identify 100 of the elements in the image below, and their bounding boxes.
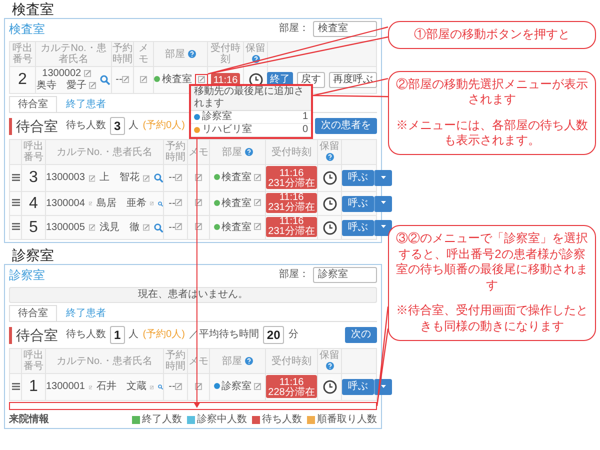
chart-number: 1300004 [46,198,85,210]
time-text: 11:16 [213,76,238,86]
menu-item[interactable]: リハビリ室 0 [190,124,311,136]
column-header: カルテNo.・患者氏名 [56,356,152,366]
caret-icon [381,384,386,388]
edit-icon[interactable] [122,76,130,83]
edit-icon[interactable] [254,382,262,390]
edit-icon[interactable] [175,382,182,390]
clock-icon[interactable] [322,171,336,185]
tab[interactable]: 待合室 [9,305,57,321]
tab[interactable]: 待合室 [9,96,57,112]
edit-icon[interactable] [195,223,202,230]
caret-icon [381,201,386,204]
edit-icon[interactable] [88,174,96,182]
column-header: メモ [188,146,208,158]
call-button[interactable]: 呼ぶ [342,170,374,186]
edit-icon[interactable] [175,199,182,206]
edit-icon[interactable] [198,76,205,83]
edit-icon[interactable] [140,76,147,83]
stay-duration: 231分滞在 [268,203,315,213]
search-icon[interactable] [158,198,163,208]
drag-handle-icon[interactable] [12,174,20,181]
edit-icon[interactable] [195,382,202,390]
call-number: 2 [18,71,27,88]
search-icon[interactable] [154,222,163,232]
search-icon[interactable] [158,382,163,392]
count-field: 3 [110,117,125,135]
tab[interactable]: 終了患者 [57,305,115,321]
reservation-time: -- [116,74,122,85]
dropdown-button[interactable] [374,220,392,236]
dropdown-button[interactable] [374,196,392,212]
edit-icon[interactable] [195,174,202,181]
help-icon [326,362,334,370]
edit-icon[interactable] [175,174,182,181]
reservation-time: -- [168,381,176,392]
room-text: 診察室 [222,381,252,392]
patient-name: 浅見 徹 [99,222,140,234]
edit-icon[interactable] [88,224,96,231]
stay-duration: 228分滞在 [268,388,315,398]
legend-label: 診察中人数 [197,414,247,426]
edit-icon[interactable] [89,82,96,89]
edit-icon[interactable] [143,174,150,182]
chart-number: 1300003 [46,172,85,184]
call-button[interactable]: 呼ぶ [342,196,374,212]
column-header: 保留 [320,141,340,152]
edit-icon[interactable] [254,223,262,230]
menu-header: 移動先の最後尾に追加されます [190,86,311,110]
field-label: 部屋： [279,269,309,281]
call-number: 1 [29,378,38,395]
room-select[interactable]: 診察室 [313,267,377,283]
column-header: 受付時刻 [272,146,312,158]
unit-text: 人 [128,329,139,341]
edit-icon[interactable] [84,70,91,77]
stay-duration: 231分滞在 [268,179,315,189]
edit-icon[interactable] [254,174,262,181]
help-icon [188,50,196,58]
room-select[interactable]: 検査室 [313,21,377,37]
help-icon [244,356,253,365]
unit-text: 分 [288,329,298,341]
help-icon [244,148,253,156]
clock-icon[interactable] [322,196,336,210]
tab[interactable]: 終了患者 [57,96,115,112]
column-header: メモ [188,356,208,366]
menu-item[interactable]: 診察室 1 [190,110,311,124]
field-label: 待ち人数 [66,120,106,132]
drag-handle-icon[interactable] [12,382,20,390]
help-icon [252,55,260,64]
search-icon[interactable] [154,173,163,183]
column-header: 受付時刻 [272,356,312,366]
next-patient-button[interactable]: 次の患者を [315,118,377,134]
column-header: 呼出番号 [12,43,34,65]
edit-icon[interactable] [175,223,182,230]
dropdown-button[interactable] [374,170,392,186]
edit-icon[interactable] [150,200,154,207]
count-text: 0 [302,124,308,136]
field-label: 待ち人数 [66,329,106,341]
drag-handle-icon[interactable] [12,223,20,230]
search-icon[interactable] [100,75,110,85]
edit-icon[interactable] [143,224,150,231]
call-button[interactable]: 呼ぶ [342,220,374,236]
page-heading: 検査室 [11,1,55,18]
clock-icon[interactable] [322,380,336,394]
edit-icon[interactable] [88,200,92,207]
callout-note: ※待合室、受付用画面で操作したときも同様の動きになります [395,303,589,335]
edit-icon[interactable] [88,384,92,390]
edit-icon[interactable] [254,199,262,206]
count-field: 1 [110,326,125,344]
action-button[interactable]: 再度呼ぶ [329,72,377,88]
edit-icon[interactable] [150,384,154,390]
drag-handle-icon[interactable] [12,199,20,206]
legend-label: 終了人数 [142,414,182,426]
time-text: 11:16 [278,193,304,203]
call-button[interactable]: 呼ぶ [342,379,374,395]
next-patient-button[interactable]: 次の [345,327,377,343]
column-header: 呼出番号 [22,350,44,372]
stay-duration: 231分滞在 [268,227,315,237]
clock-icon[interactable] [322,220,336,234]
room-text: リハビリ室 [202,124,252,136]
edit-icon[interactable] [195,199,202,206]
unit-text: 人 [128,120,139,132]
